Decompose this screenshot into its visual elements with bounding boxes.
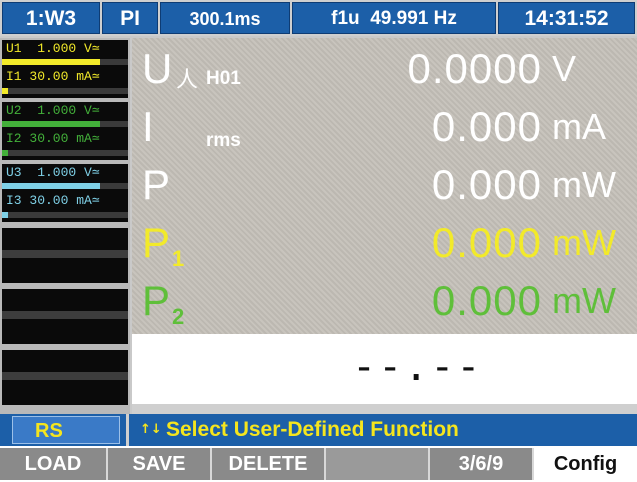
measurement-row-power-1[interactable]: P 1 0.000 mW	[132, 216, 637, 272]
load-softkey[interactable]: LOAD	[0, 448, 108, 480]
channel-3-voltage-bar	[2, 183, 100, 189]
measurement-unit: mA	[552, 106, 606, 147]
measurement-row-current[interactable]: I rms 0.000 mA	[132, 100, 637, 156]
update-rate[interactable]: 300.1ms	[160, 2, 290, 34]
measurement-subscript: 1	[172, 246, 185, 271]
measurement-symbol: P	[142, 219, 171, 266]
measurement-unit: mW	[552, 280, 616, 321]
frequency-label: f1u	[331, 8, 360, 29]
slot-divider	[2, 250, 128, 258]
channel-1-current-track	[2, 88, 128, 94]
measurement-value: 0.000	[431, 219, 542, 266]
channel-3-current: I3 30.00 mA≃	[2, 192, 128, 210]
mode-indicator[interactable]: PI	[102, 2, 158, 34]
measurement-unit: mW	[552, 222, 616, 263]
config-softkey[interactable]: Config	[534, 448, 637, 480]
measurement-subscript: rms	[206, 130, 241, 151]
channel-1[interactable]: U1 1.000 V≃ I1 30.00 mA≃	[2, 40, 128, 98]
measurement-unit: mW	[552, 164, 616, 205]
softkey-bar: LOAD SAVE DELETE 3/6/9 Config	[0, 446, 637, 482]
frequency-value: 49.991 Hz	[370, 8, 457, 29]
clock: 14:31:52	[498, 2, 635, 34]
channel-1-voltage: U1 1.000 V≃	[2, 40, 128, 58]
frequency-readout[interactable]: f1u 49.991 Hz	[292, 2, 496, 34]
channel-1-current-label: I1 30.00 mA≃	[6, 69, 100, 84]
channel-2[interactable]: U2 1.000 V≃ I2 30.00 mA≃	[2, 102, 128, 160]
measurement-unit: V	[552, 48, 577, 89]
measurement-row-power-2[interactable]: P 2 0.000 mW	[132, 274, 637, 330]
empty-channel-slot-1	[2, 228, 128, 283]
measurement-row-power[interactable]: P 0.000 mW	[132, 158, 637, 214]
rs-label: RS	[35, 420, 63, 442]
save-softkey[interactable]: SAVE	[108, 448, 212, 480]
message-bar: RS ↑↓ Select User-Defined Function	[0, 414, 637, 446]
rs-indicator[interactable]: RS	[12, 416, 120, 444]
empty-channel-slot-3	[2, 350, 128, 405]
panel-divider	[132, 404, 637, 414]
channel-3-voltage: U3 1.000 V≃	[2, 164, 128, 182]
measurement-value: 0.000	[431, 103, 542, 150]
wiring-glyph-icon: 人	[176, 67, 199, 92]
message-text: Select User-Defined Function	[166, 418, 459, 441]
channel-2-voltage: U2 1.000 V≃	[2, 102, 128, 120]
measurement-subscript: H01	[206, 68, 241, 89]
channel-2-current-bar	[2, 150, 8, 156]
channel-column: U1 1.000 V≃ I1 30.00 mA≃ U2 1.000 V≃ I2 …	[0, 38, 130, 414]
user-function-value: --.--	[352, 344, 483, 390]
measurement-panel: U 人 H01 0.0000 V I rms 0.000 mA P 0.000 …	[132, 38, 637, 334]
channel-2-voltage-bar	[2, 121, 100, 127]
channel-3-current-track	[2, 212, 128, 218]
measurement-row-voltage[interactable]: U 人 H01 0.0000 V	[132, 42, 637, 98]
instrument-screen: 1:W3 PI 300.1ms f1u 49.991 Hz 14:31:52 U…	[0, 0, 637, 482]
wiring-indicator[interactable]: 1:W3	[2, 2, 100, 34]
measurement-value: 0.0000	[407, 45, 542, 92]
blank-softkey[interactable]	[326, 448, 430, 480]
user-function-display[interactable]: --.--	[132, 334, 637, 404]
channel-3[interactable]: U3 1.000 V≃ I3 30.00 mA≃	[2, 164, 128, 222]
channel-1-current-bar	[2, 88, 8, 94]
up-down-arrows-icon: ↑↓	[140, 422, 162, 437]
measurement-subscript: 2	[172, 304, 185, 329]
measurement-value: 0.000	[431, 161, 542, 208]
channel-3-current-bar	[2, 212, 8, 218]
slot-divider	[2, 372, 128, 380]
channel-3-current-label: I3 30.00 mA≃	[6, 193, 100, 208]
channel-2-current: I2 30.00 mA≃	[2, 130, 128, 148]
page-softkey[interactable]: 3/6/9	[430, 448, 534, 480]
empty-channel-slot-2	[2, 289, 128, 344]
channel-2-current-label: I2 30.00 mA≃	[6, 131, 100, 146]
measurement-symbol: P	[142, 161, 171, 208]
measurement-symbol: P	[142, 277, 171, 324]
status-bar: 1:W3 PI 300.1ms f1u 49.991 Hz 14:31:52	[0, 0, 637, 36]
measurement-symbol: I	[142, 103, 154, 150]
channel-1-voltage-bar	[2, 59, 100, 65]
delete-softkey[interactable]: DELETE	[212, 448, 326, 480]
slot-divider	[2, 311, 128, 319]
message-separator	[126, 414, 129, 446]
channel-3-voltage-label: U3 1.000 V≃	[6, 165, 100, 180]
channel-1-voltage-label: U1 1.000 V≃	[6, 41, 100, 56]
measurement-symbol: U	[142, 45, 173, 92]
channel-2-current-track	[2, 150, 128, 156]
channel-2-voltage-label: U2 1.000 V≃	[6, 103, 100, 118]
measurement-value: 0.000	[431, 277, 542, 324]
channel-1-current: I1 30.00 mA≃	[2, 68, 128, 86]
